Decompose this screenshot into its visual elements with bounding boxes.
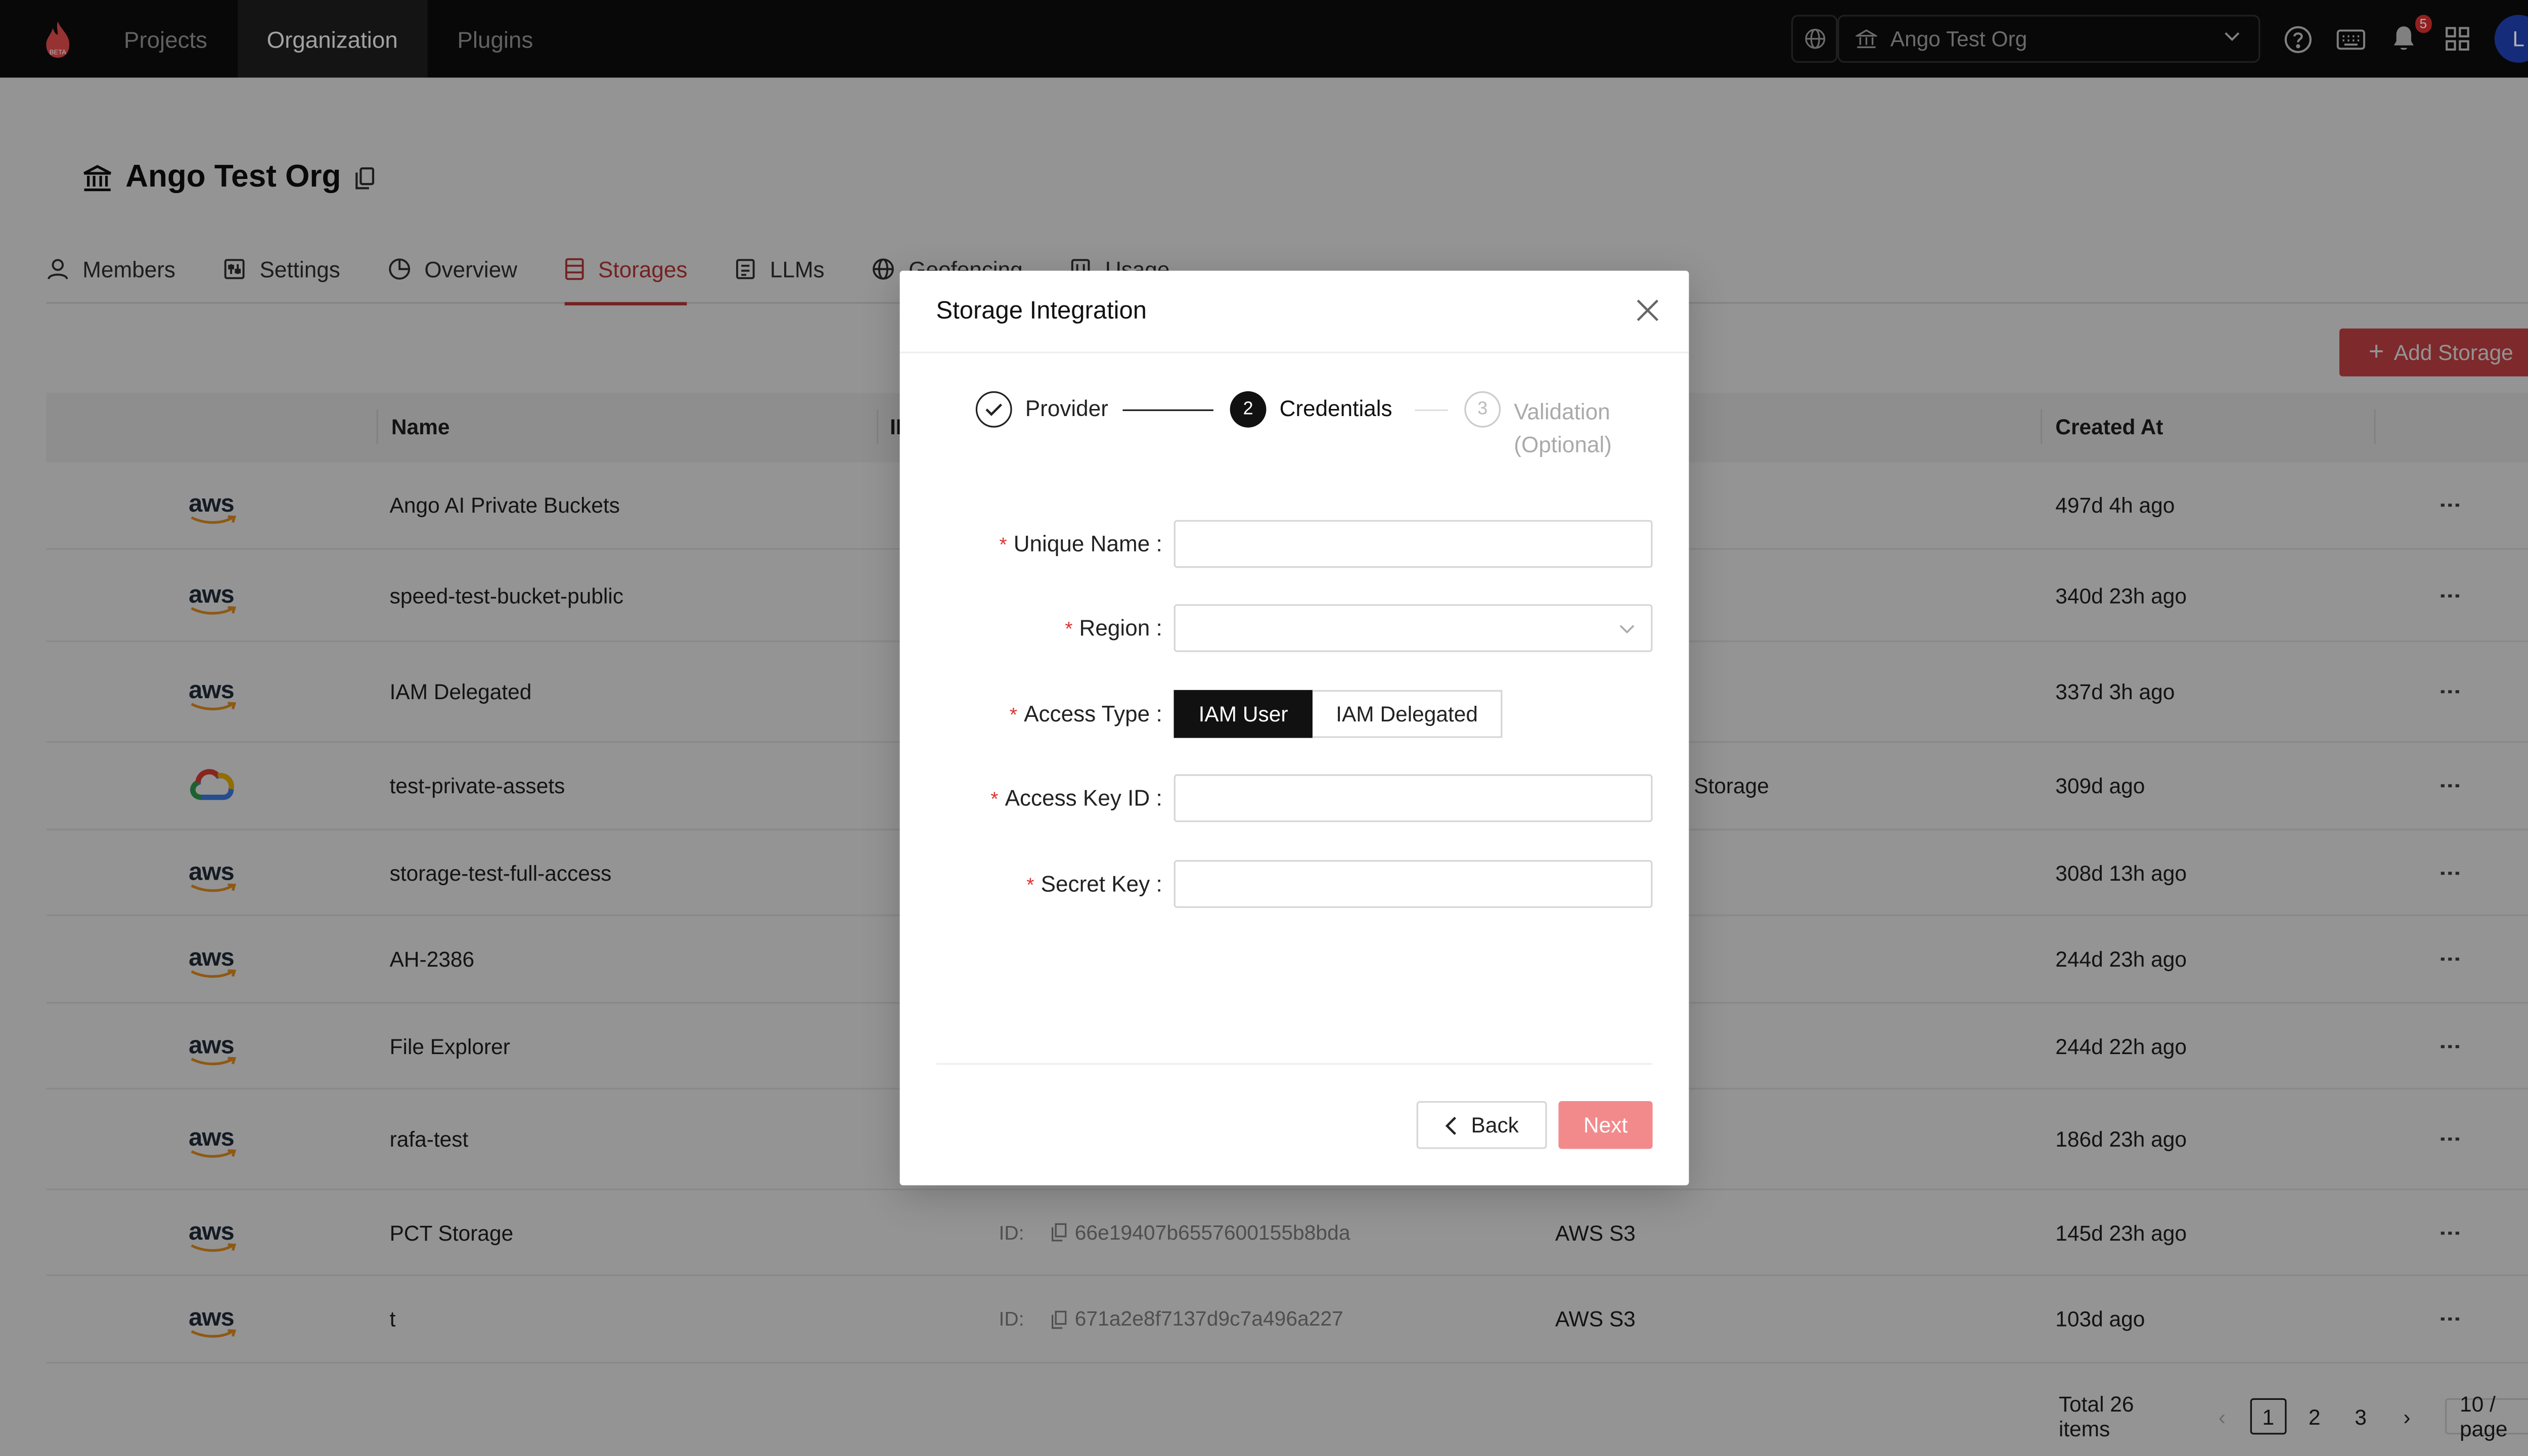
iam-delegated-option[interactable]: IAM Delegated: [1313, 690, 1503, 738]
region-select[interactable]: [1173, 604, 1653, 652]
check-icon: [975, 391, 1012, 428]
step-credentials: 2 Credentials: [1230, 391, 1392, 428]
access-type-row: * Access Type : IAM User IAM Delegated: [900, 690, 1689, 738]
storage-integration-modal: Storage Integration Provider 2 Credentia…: [899, 270, 1689, 1186]
modal-footer-divider: [936, 1063, 1653, 1065]
step-provider-label: Provider: [1025, 396, 1108, 421]
access-key-id-input[interactable]: [1173, 774, 1653, 823]
step-connector: [1415, 409, 1448, 412]
step-validation-label: Validation: [1514, 399, 1610, 425]
stepper: Provider 2 Credentials 3 Validation (Opt…: [975, 391, 1636, 474]
unique-name-input[interactable]: [1173, 520, 1653, 568]
region-row: * Region :: [900, 604, 1689, 652]
step-validation: 3 Validation (Optional): [1464, 391, 1612, 462]
access-type-toggle: IAM User IAM Delegated: [1173, 690, 1503, 738]
next-button[interactable]: Next: [1558, 1101, 1653, 1149]
access-key-id-label: * Access Key ID :: [990, 786, 1162, 811]
region-label: * Region :: [1065, 615, 1162, 641]
unique-name-label: * Unique Name :: [999, 531, 1162, 557]
modal-header: Storage Integration: [899, 271, 1689, 353]
step-validation-number: 3: [1464, 391, 1501, 428]
access-key-id-row: * Access Key ID :: [900, 774, 1689, 823]
modal-title: Storage Integration: [936, 297, 1147, 326]
chevron-down-icon: [1619, 625, 1635, 634]
access-type-label: * Access Type :: [1009, 701, 1162, 726]
step-credentials-number: 2: [1230, 391, 1267, 428]
iam-user-option[interactable]: IAM User: [1173, 690, 1313, 738]
close-icon[interactable]: [1636, 299, 1659, 329]
step-validation-sublabel: (Optional): [1514, 432, 1612, 458]
back-button[interactable]: Back: [1416, 1101, 1547, 1149]
viewport: BETA Projects Organization Plugins Ango …: [0, 0, 2528, 1456]
chevron-left-icon: [1445, 1116, 1457, 1134]
secret-key-row: * Secret Key :: [900, 860, 1689, 908]
secret-key-input[interactable]: [1173, 860, 1653, 908]
back-button-label: Back: [1471, 1112, 1519, 1138]
step-provider: Provider: [975, 391, 1108, 428]
unique-name-row: * Unique Name :: [900, 520, 1689, 568]
step-connector: [1122, 409, 1213, 412]
topbar-shade: [0, 0, 2528, 78]
step-credentials-label: Credentials: [1279, 396, 1392, 421]
secret-key-label: * Secret Key :: [1026, 872, 1162, 897]
